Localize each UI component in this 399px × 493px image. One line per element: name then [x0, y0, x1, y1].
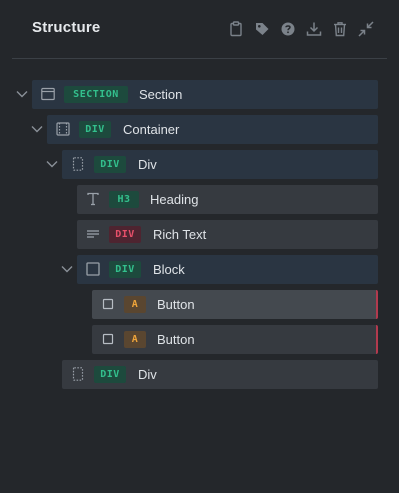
structure-panel: Structure SECTION Section DIV Container … — [0, 0, 399, 493]
tree-row-label: Block — [153, 262, 185, 277]
button-icon — [101, 297, 115, 311]
button-icon — [101, 332, 115, 346]
tree-row-button[interactable]: A Button — [92, 290, 378, 319]
panel-header: Structure — [0, 0, 399, 58]
tree-row-button[interactable]: A Button — [92, 325, 378, 354]
tag-badge: H3 — [109, 191, 139, 208]
tag-badge: A — [124, 296, 146, 313]
tag-icon[interactable] — [253, 20, 271, 38]
tag-badge: DIV — [94, 366, 126, 383]
help-icon[interactable] — [279, 20, 297, 38]
tag-badge: DIV — [94, 156, 126, 173]
container-icon — [56, 122, 70, 136]
tree-row-label: Section — [139, 87, 183, 102]
tree-row-label: Button — [157, 332, 195, 347]
collapse-icon[interactable] — [357, 20, 375, 38]
block-icon — [86, 262, 100, 276]
chevron-down-icon[interactable] — [60, 262, 74, 276]
clipboard-icon[interactable] — [227, 20, 245, 38]
tree-row-div[interactable]: DIV Div — [62, 150, 378, 179]
tag-badge: DIV — [109, 226, 141, 243]
tree-row-heading[interactable]: H3 Heading — [77, 185, 378, 214]
tag-badge: SECTION — [64, 86, 128, 103]
tree-row-section[interactable]: SECTION Section — [32, 80, 378, 109]
panel-title: Structure — [32, 19, 101, 36]
tree-row-label: Heading — [150, 192, 199, 207]
div-icon — [71, 157, 85, 171]
tree-row-container[interactable]: DIV Container — [47, 115, 378, 144]
chevron-down-icon[interactable] — [45, 157, 59, 171]
heading-icon — [86, 192, 100, 206]
tag-badge: A — [124, 331, 146, 348]
download-icon[interactable] — [305, 20, 323, 38]
tree-row-label: Button — [157, 297, 195, 312]
trash-icon[interactable] — [331, 20, 349, 38]
tree-row-label: Rich Text — [153, 227, 207, 242]
tree-row-div[interactable]: DIV Div — [62, 360, 378, 389]
tree-row-label: Div — [138, 157, 157, 172]
div-icon — [71, 367, 85, 381]
tree-row-label: Div — [138, 367, 157, 382]
tree-row-block[interactable]: DIV Block — [77, 255, 378, 284]
tree-row-rich-text[interactable]: DIV Rich Text — [77, 220, 378, 249]
tag-badge: DIV — [79, 121, 111, 138]
section-icon — [41, 87, 55, 101]
rich-text-icon — [86, 227, 100, 241]
chevron-down-icon[interactable] — [30, 122, 44, 136]
header-divider — [12, 58, 387, 59]
tree-row-label: Container — [123, 122, 180, 137]
chevron-down-icon[interactable] — [15, 87, 29, 101]
tag-badge: DIV — [109, 261, 141, 278]
